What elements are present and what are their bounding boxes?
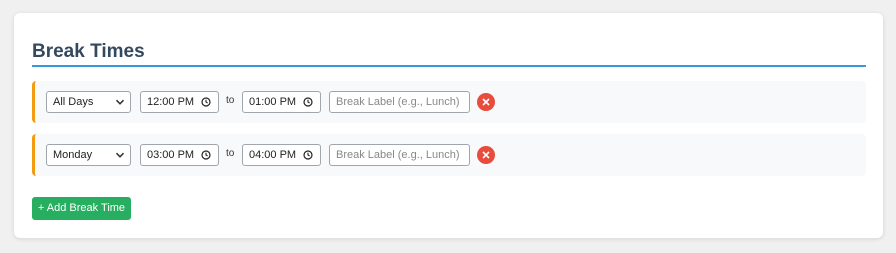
day-select[interactable]: All Days [46,91,131,113]
end-time-input[interactable]: 04:00 PM [242,144,321,166]
day-select-value: Monday [53,149,93,161]
clock-icon[interactable] [201,97,211,107]
start-time-input[interactable]: 12:00 PM [140,91,219,113]
add-break-time-button[interactable]: + Add Break Time [32,197,131,220]
chevron-down-icon [115,99,125,105]
break-label-input[interactable]: Break Label (e.g., Lunch) [329,91,470,113]
start-time-value: 03:00 PM [147,149,195,161]
end-time-input[interactable]: 01:00 PM [242,91,321,113]
close-icon [482,151,490,159]
break-label-placeholder: Break Label (e.g., Lunch) [336,96,460,108]
clock-icon[interactable] [303,97,313,107]
break-label-placeholder: Break Label (e.g., Lunch) [336,149,460,161]
break-row: Monday 03:00 PM to 04:00 PM Break Label … [32,134,866,176]
close-icon [482,98,490,106]
section-title: Break Times [32,41,145,62]
to-label: to [226,148,235,159]
clock-icon[interactable] [201,150,211,160]
break-label-input[interactable]: Break Label (e.g., Lunch) [329,144,470,166]
end-time-value: 01:00 PM [249,96,297,108]
remove-break-button[interactable] [477,93,495,111]
start-time-input[interactable]: 03:00 PM [140,144,219,166]
title-divider [32,65,866,67]
start-time-value: 12:00 PM [147,96,195,108]
to-label: to [226,95,235,106]
break-times-card: Break Times All Days 12:00 PM to 01:00 P… [14,13,883,238]
end-time-value: 04:00 PM [249,149,297,161]
chevron-down-icon [115,152,125,158]
day-select-value: All Days [53,96,94,108]
break-row: All Days 12:00 PM to 01:00 PM Break Labe… [32,81,866,123]
day-select[interactable]: Monday [46,144,131,166]
clock-icon[interactable] [303,150,313,160]
remove-break-button[interactable] [477,146,495,164]
